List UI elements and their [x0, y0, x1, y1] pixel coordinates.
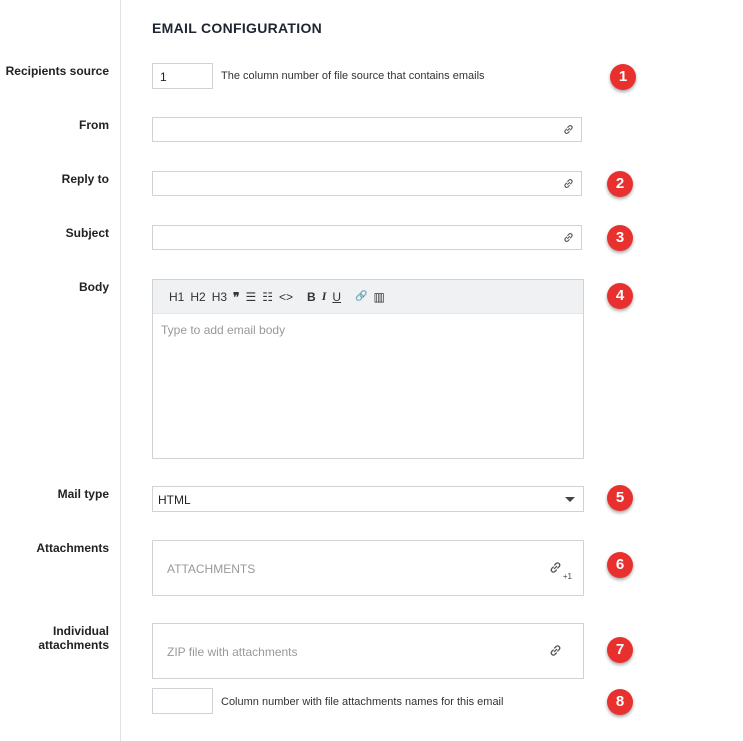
editor-toolbar: H1 H2 H3 ❞ ☰ ☷ <> B I U 🔗 ▥ — [153, 280, 583, 314]
annotation-badge-4: 4 — [607, 283, 633, 309]
annotation-badge-6: 6 — [607, 552, 633, 578]
annotation-badge-2: 2 — [607, 171, 633, 197]
from-field[interactable] — [152, 117, 582, 142]
reply-to-label: Reply to — [61, 172, 109, 186]
attachments-dropzone[interactable]: ATTACHMENTS +1 — [152, 540, 584, 596]
annotation-badge-3: 3 — [607, 225, 633, 251]
annotation-badge-5: 5 — [607, 485, 633, 511]
attachment-column-hint: Column number with file attachments name… — [221, 696, 504, 708]
quote-icon[interactable]: ❞ — [233, 290, 239, 304]
underline-button[interactable]: U — [332, 290, 341, 304]
annotation-badge-1: 1 — [610, 64, 636, 90]
section-title: EMAIL CONFIGURATION — [152, 20, 323, 36]
individual-attachments-placeholder: ZIP file with attachments — [167, 645, 298, 659]
attachments-count: +1 — [562, 572, 572, 581]
recipients-source-input[interactable]: 1 — [152, 63, 213, 89]
link-icon[interactable] — [563, 178, 574, 189]
bulleted-list-icon[interactable]: ☰ — [246, 290, 257, 304]
reply-to-field[interactable] — [152, 171, 582, 196]
bold-button[interactable]: B — [307, 290, 316, 304]
individual-attachments-label-line1: Individual — [52, 624, 109, 638]
recipients-source-hint: The column number of file source that co… — [221, 70, 485, 82]
body-placeholder: Type to add email body — [161, 323, 286, 337]
individual-attachments-label: Individual attachments — [38, 624, 109, 652]
subject-field[interactable] — [152, 225, 582, 250]
individual-attachments-dropzone[interactable]: ZIP file with attachments — [152, 623, 584, 679]
mail-type-label: Mail type — [57, 487, 109, 501]
link-icon[interactable]: 🔗 — [355, 291, 367, 302]
left-column-divider — [120, 0, 121, 741]
code-icon[interactable]: <> — [279, 290, 293, 304]
attachments-placeholder: ATTACHMENTS — [167, 562, 256, 576]
annotation-badge-8: 8 — [607, 689, 633, 715]
link-icon[interactable] — [563, 124, 574, 135]
heading2-button[interactable]: H2 — [190, 290, 205, 304]
recipients-source-label: Recipients source — [5, 64, 109, 78]
mail-type-select[interactable]: HTML — [152, 486, 584, 512]
from-label: From — [79, 118, 109, 132]
subject-label: Subject — [65, 226, 109, 240]
attachment-column-input[interactable] — [152, 688, 213, 714]
attachments-label: Attachments — [36, 541, 109, 555]
table-icon[interactable]: ▥ — [374, 290, 385, 304]
body-editor[interactable]: H1 H2 H3 ❞ ☰ ☷ <> B I U 🔗 ▥ Type to add … — [152, 279, 584, 459]
numbered-list-icon[interactable]: ☷ — [262, 290, 273, 304]
individual-attachments-label-line2: attachments — [38, 638, 109, 652]
body-label: Body — [79, 280, 109, 294]
italic-button[interactable]: I — [322, 289, 327, 304]
chevron-down-icon[interactable] — [565, 497, 575, 502]
heading3-button[interactable]: H3 — [212, 290, 227, 304]
heading1-button[interactable]: H1 — [169, 290, 184, 304]
annotation-badge-7: 7 — [607, 637, 633, 663]
link-icon[interactable] — [563, 232, 574, 243]
link-icon[interactable] — [549, 561, 562, 574]
link-icon[interactable] — [549, 644, 562, 657]
mail-type-value: HTML — [158, 493, 191, 507]
